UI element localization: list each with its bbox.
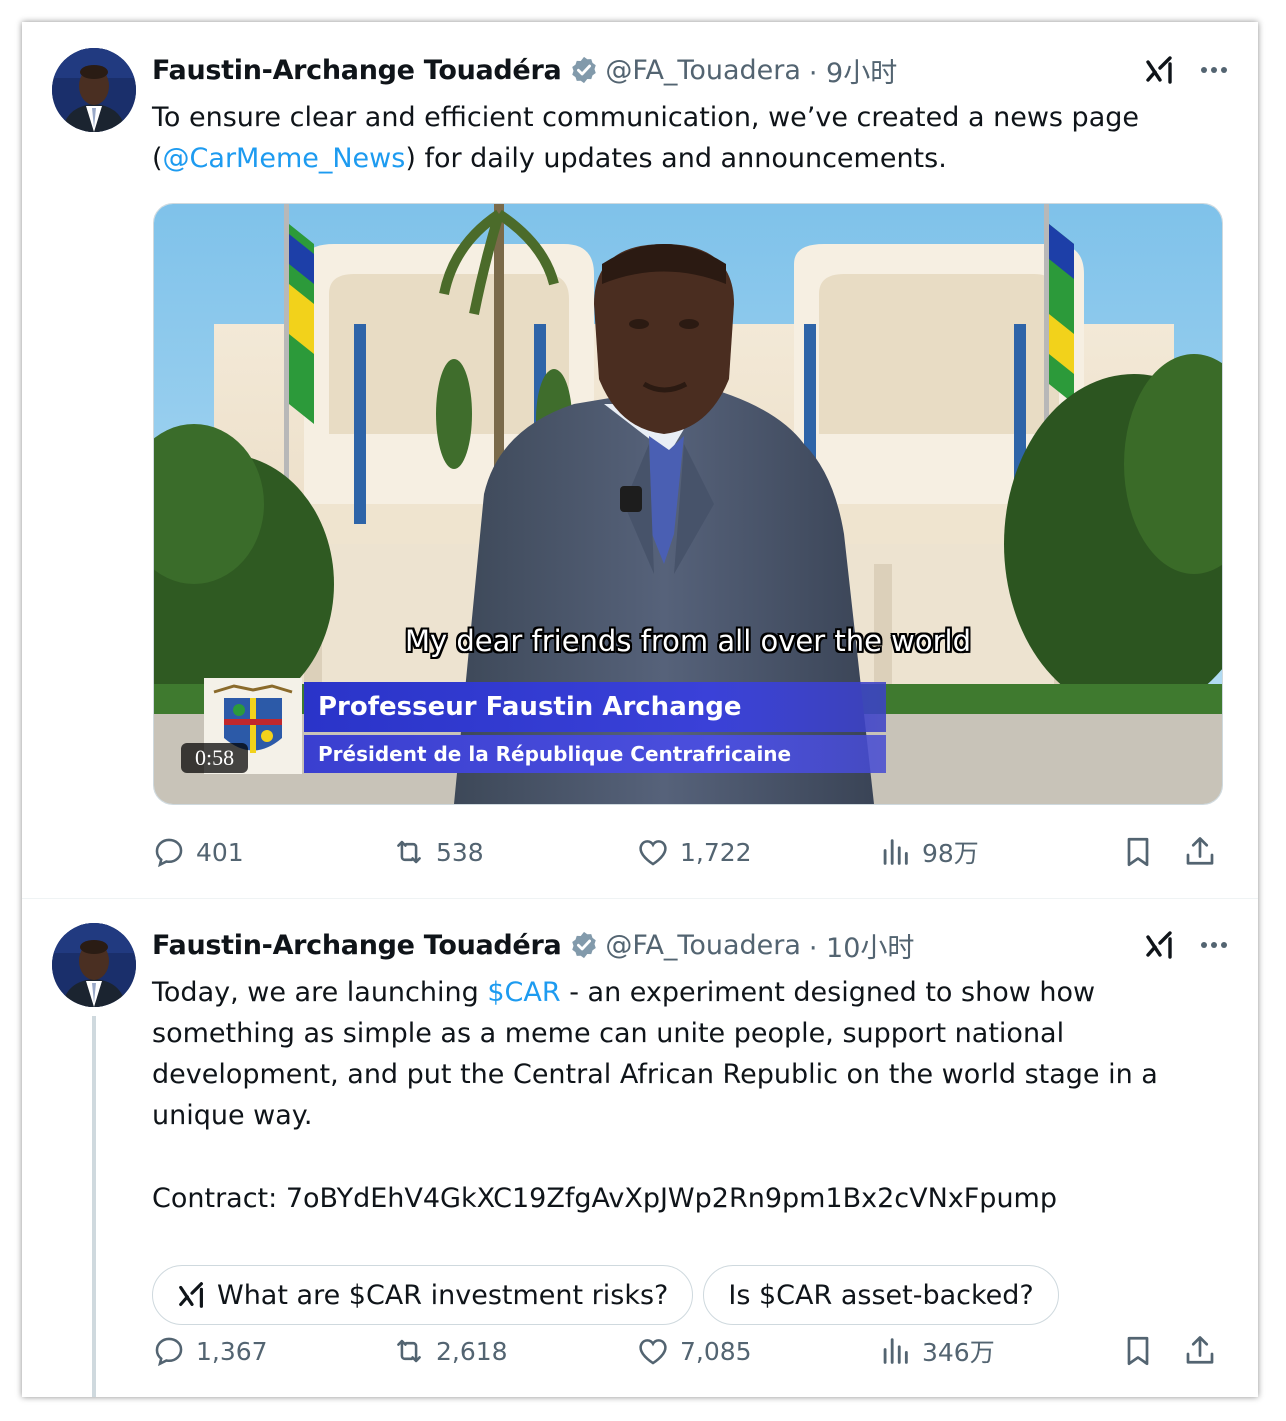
author-handle[interactable]: @FA_Touadera	[605, 55, 801, 86]
grok-suggestions: What are $CAR investment risks? Is $CAR …	[152, 1265, 1069, 1327]
chip-label: What are $CAR investment risks?	[217, 1279, 669, 1311]
bookmark-icon[interactable]	[1120, 834, 1156, 870]
like-button[interactable]: 7,085	[636, 1331, 752, 1371]
views-button[interactable]: 98万	[878, 832, 979, 872]
tweet[interactable]: Faustin-Archange Touadéra @FA_Touadera ·…	[22, 22, 1258, 899]
video-subtitle: My dear friends from all over the world	[404, 624, 972, 658]
repost-count: 2,618	[436, 1336, 508, 1366]
repost-button[interactable]: 2,618	[392, 1331, 508, 1371]
tweet-header: Faustin-Archange Touadéra @FA_Touadera ·…	[152, 925, 914, 965]
thread-connector	[92, 1016, 96, 1397]
repost-button[interactable]: 538	[392, 832, 484, 872]
repost-count: 538	[436, 837, 484, 867]
tweet-text: Today, we are launching $CAR - an experi…	[152, 972, 1192, 1136]
reply-button[interactable]: 1,367	[152, 1331, 268, 1371]
contract-text: Contract: 7oBYdEhV4GkXC19ZfgAvXpJWp2Rn9p…	[152, 1183, 1058, 1214]
video-duration: 0:58	[181, 743, 249, 773]
grok-icon[interactable]	[1144, 54, 1176, 86]
repost-icon	[397, 1339, 421, 1363]
share-icon[interactable]	[1182, 1333, 1218, 1369]
more-icon[interactable]	[1196, 929, 1232, 961]
reply-count: 1,367	[196, 1336, 268, 1366]
views-count: 98万	[922, 839, 979, 868]
views-button[interactable]: 346万	[878, 1331, 995, 1371]
tweet-actions: 401 538 1,722 98万	[152, 832, 1232, 872]
views-count: 346万	[922, 1338, 995, 1367]
more-icon[interactable]	[1196, 54, 1232, 86]
tweet[interactable]: Faustin-Archange Touadéra @FA_Touadera ·…	[22, 899, 1258, 1397]
grok-suggestion-chip[interactable]: Is $CAR asset-backed?	[703, 1265, 1059, 1325]
like-icon	[639, 840, 667, 866]
verified-badge-icon	[572, 56, 597, 84]
reply-button[interactable]: 401	[152, 832, 244, 872]
avatar[interactable]	[52, 48, 136, 132]
cashtag-link[interactable]: $CAR	[487, 977, 560, 1008]
tweet-header: Faustin-Archange Touadéra @FA_Touadera ·…	[152, 50, 897, 90]
like-icon	[639, 1339, 667, 1365]
tweet-text: To ensure clear and efficient communicat…	[152, 97, 1192, 179]
reply-count: 401	[196, 837, 244, 867]
author-handle[interactable]: @FA_Touadera	[605, 930, 801, 961]
share-icon[interactable]	[1182, 834, 1218, 870]
like-count: 1,722	[680, 837, 752, 867]
verified-badge-icon	[572, 931, 597, 959]
grok-suggestion-chip[interactable]: What are $CAR investment risks?	[152, 1265, 694, 1325]
video-player[interactable]: My dear friends from all over the world …	[153, 203, 1223, 805]
views-icon	[883, 1338, 908, 1364]
chip-label: Is $CAR asset-backed?	[728, 1279, 1034, 1311]
tweet-text-part: Today, we are launching	[152, 977, 488, 1008]
like-count: 7,085	[680, 1336, 752, 1366]
bookmark-icon[interactable]	[1120, 1333, 1156, 1369]
grok-icon	[179, 1282, 203, 1308]
banner-title: Président de la République Centrafricain…	[304, 735, 886, 773]
tweet-time[interactable]: · 10小时	[809, 926, 915, 965]
author-name[interactable]: Faustin-Archange Touadéra	[152, 55, 562, 86]
like-button[interactable]: 1,722	[636, 832, 752, 872]
tweet-actions: 1,367 2,618 7,085 346万	[152, 1331, 1232, 1371]
reply-icon	[155, 1337, 183, 1367]
lower-third-banner: Professeur Faustin Archange TOUADERA Pré…	[304, 682, 886, 773]
author-name[interactable]: Faustin-Archange Touadéra	[152, 930, 562, 961]
timeline: Faustin-Archange Touadéra @FA_Touadera ·…	[22, 22, 1258, 1397]
repost-icon	[397, 840, 421, 864]
avatar[interactable]	[52, 923, 136, 1007]
banner-name: Professeur Faustin Archange TOUADERA	[304, 682, 886, 772]
reply-icon	[155, 838, 183, 868]
views-icon	[883, 839, 908, 865]
tweet-time[interactable]: · 9小时	[809, 51, 897, 90]
grok-icon[interactable]	[1144, 929, 1176, 961]
tweet-text-part: ) for daily updates and announcements.	[405, 143, 947, 174]
mention-link[interactable]: @CarMeme_News	[163, 143, 406, 174]
